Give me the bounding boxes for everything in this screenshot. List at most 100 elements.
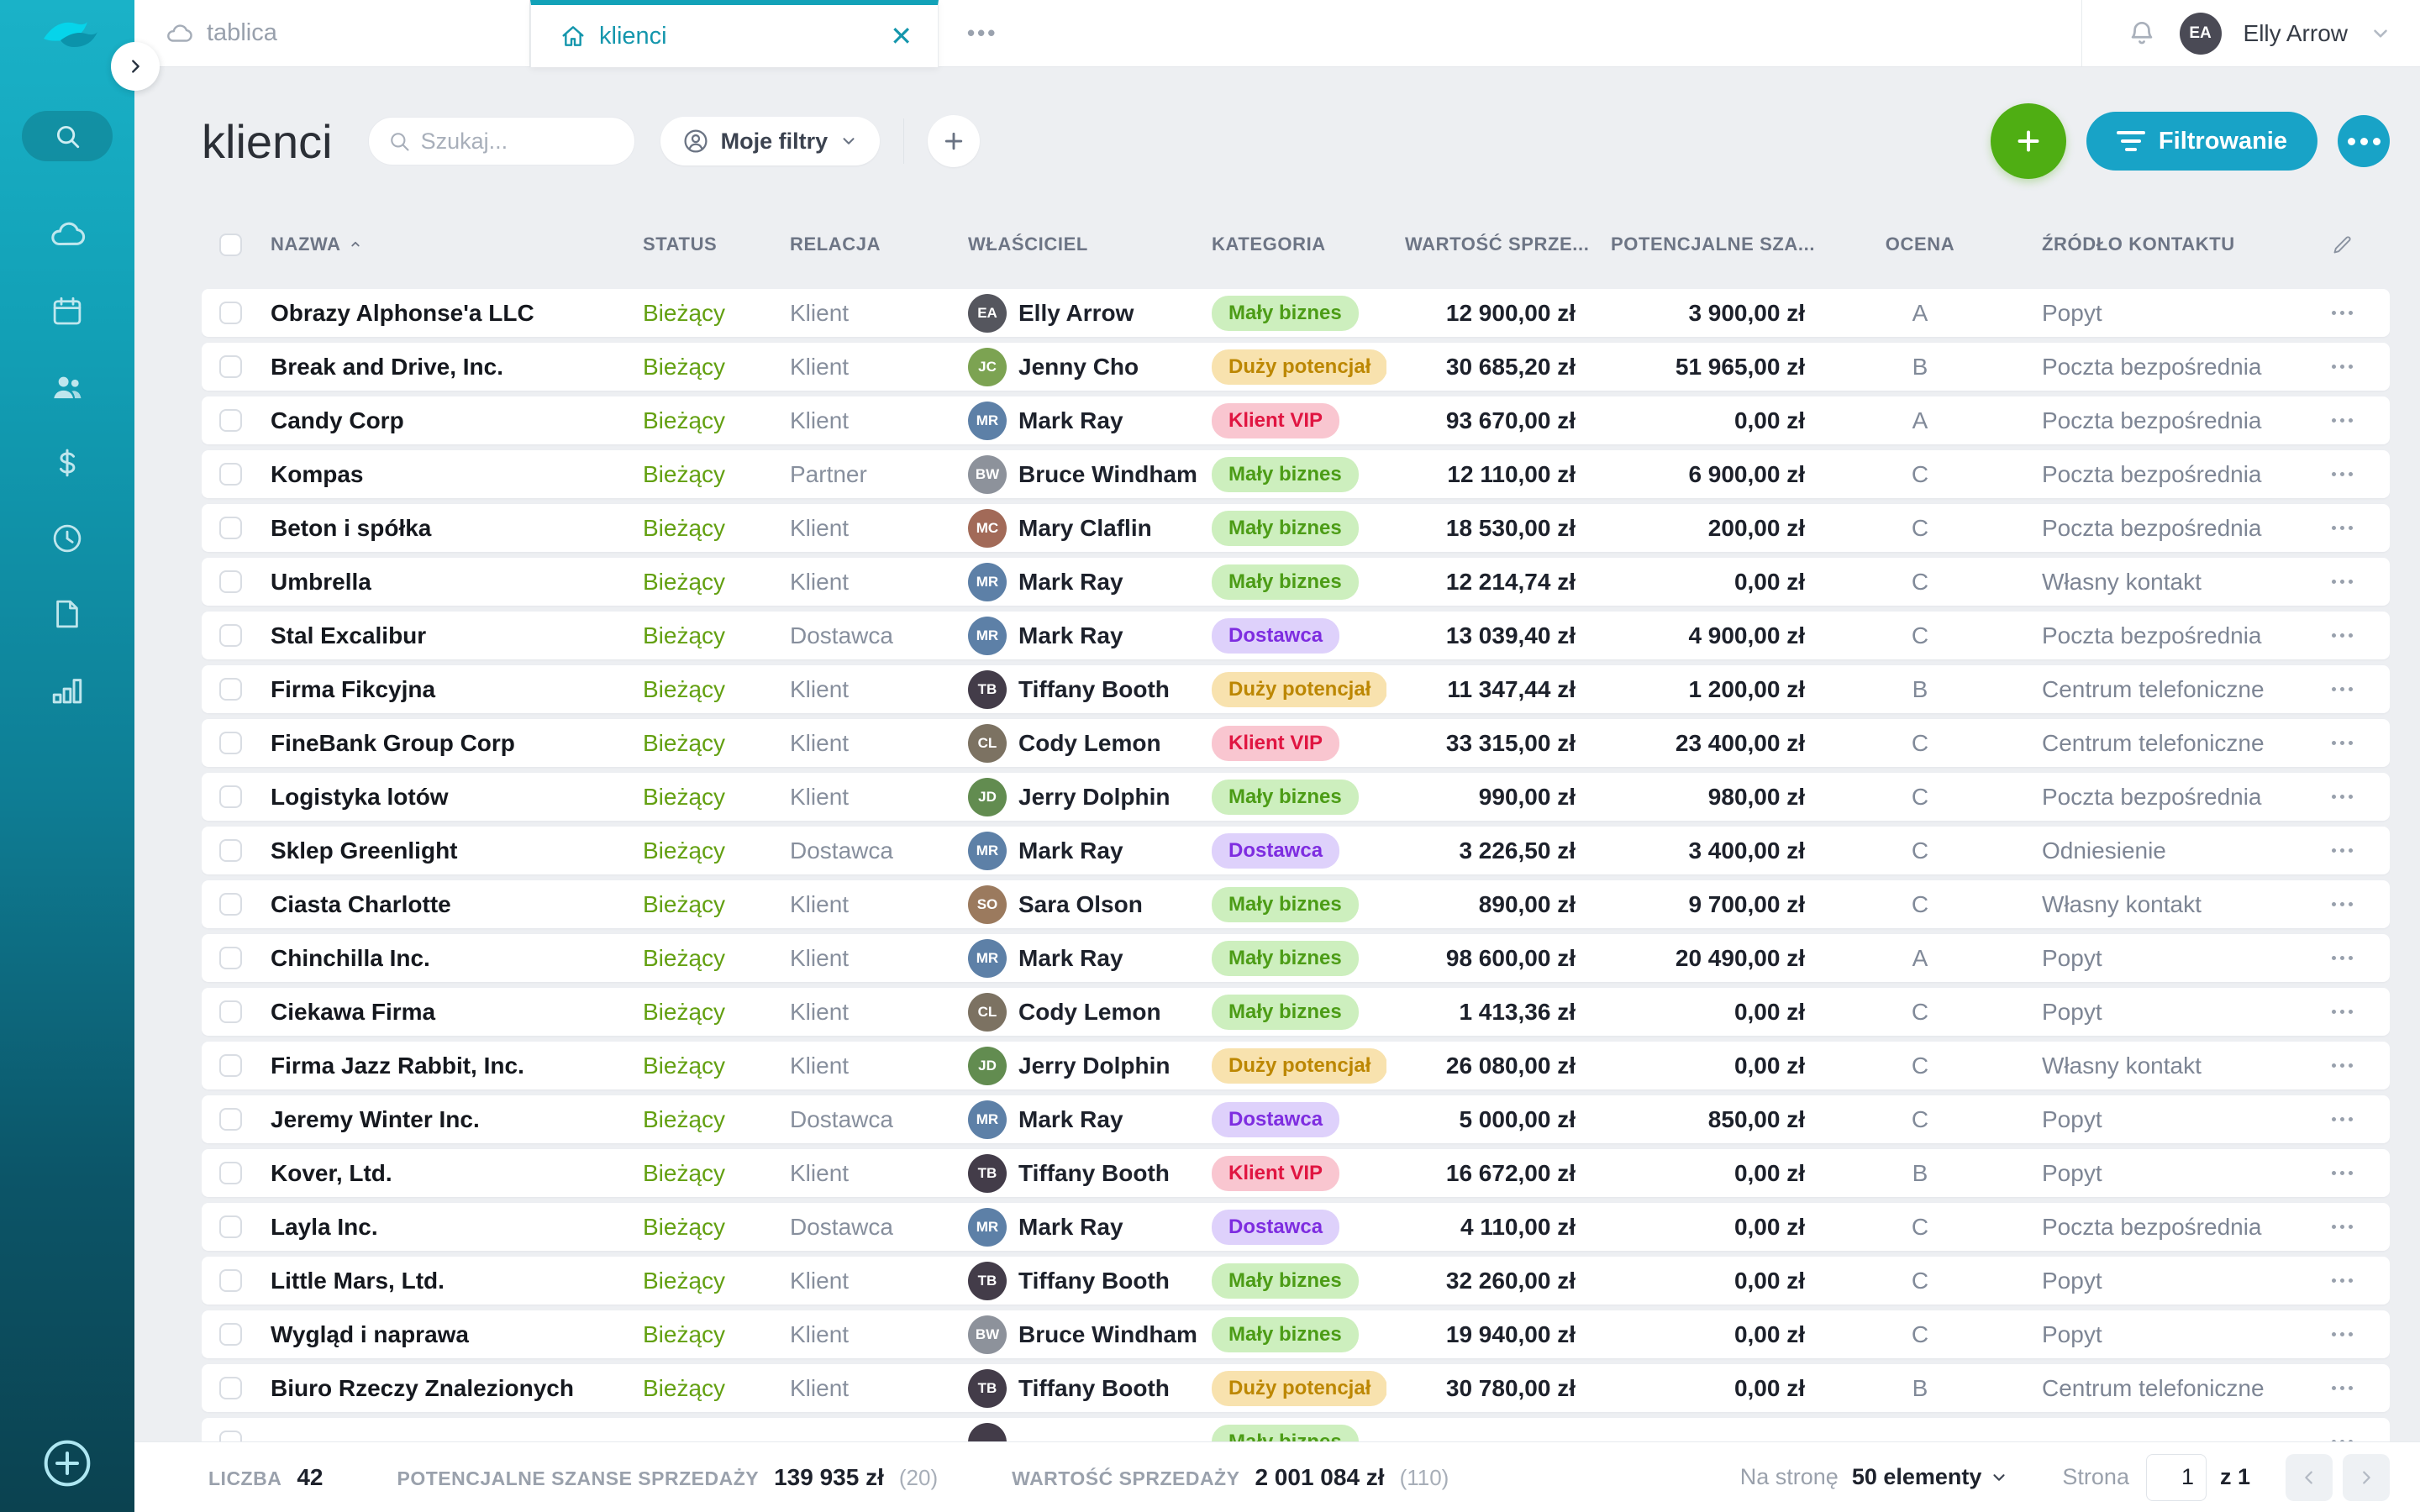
table-row[interactable]: Firma Jazz Rabbit, Inc. Bieżący Klient J…	[202, 1042, 2390, 1089]
reports-chart-icon[interactable]	[50, 672, 85, 707]
table-row[interactable]: Ciasta Charlotte Bieżący Klient SO Sara …	[202, 880, 2390, 928]
notifications-bell-icon[interactable]	[2126, 18, 2158, 50]
row-menu-button[interactable]	[2327, 732, 2358, 753]
row-checkbox[interactable]	[219, 1323, 242, 1346]
row-checkbox[interactable]	[219, 517, 242, 539]
row-menu-button[interactable]	[2327, 1109, 2358, 1130]
table-row[interactable]: Wygląd i naprawa Bieżący Klient BW Bruce…	[202, 1310, 2390, 1358]
row-menu-button[interactable]	[2327, 1270, 2358, 1291]
client-name[interactable]: Umbrella	[252, 569, 626, 596]
contacts-icon[interactable]	[50, 370, 85, 405]
table-row[interactable]: Kompas Bieżący Partner BW Bruce Windham …	[202, 450, 2390, 498]
column-header-kategoria[interactable]: KATEGORIA	[1197, 234, 1386, 255]
row-checkbox[interactable]	[219, 463, 242, 486]
client-name[interactable]: Beton i spółka	[252, 515, 626, 542]
row-menu-button[interactable]	[2327, 410, 2358, 431]
chevron-down-icon[interactable]	[2370, 23, 2391, 45]
row-checkbox[interactable]	[219, 624, 242, 647]
row-menu-button[interactable]	[2327, 517, 2358, 538]
table-row[interactable]: Jeremy Winter Inc. Bieżący Dostawca MR M…	[202, 1095, 2390, 1143]
table-row[interactable]: FineBank Group Corp Bieżący Klient CL Co…	[202, 719, 2390, 767]
table-row[interactable]: Sklep Greenlight Bieżący Dostawca MR Mar…	[202, 827, 2390, 874]
client-name[interactable]: Sklep Greenlight	[252, 837, 626, 864]
dashboard-cloud-icon[interactable]	[48, 215, 87, 254]
table-row[interactable]: Candy Corp Bieżący Klient MR Mark Ray Kl…	[202, 396, 2390, 444]
client-name[interactable]: Firma Fikcyjna	[252, 676, 626, 703]
sidebar-add-button[interactable]	[40, 1436, 94, 1490]
my-filters-dropdown[interactable]: Moje filtry	[660, 117, 881, 165]
client-name[interactable]: Chinchilla Inc.	[252, 945, 626, 972]
column-header-wartosc[interactable]: WARTOŚĆ SPRZE...	[1386, 234, 1584, 255]
row-checkbox[interactable]	[219, 1431, 242, 1441]
client-name[interactable]: Firma Jazz Rabbit, Inc.	[252, 1053, 626, 1079]
table-row[interactable]: Kover, Ltd. Bieżący Klient TB Tiffany Bo…	[202, 1149, 2390, 1197]
history-clock-icon[interactable]	[50, 521, 85, 556]
table-row[interactable]: Chinchilla Inc. Bieżący Klient MR Mark R…	[202, 934, 2390, 982]
row-checkbox[interactable]	[219, 1162, 242, 1184]
client-name[interactable]: FineBank Group Corp	[252, 730, 626, 757]
row-checkbox[interactable]	[219, 1054, 242, 1077]
column-header-status[interactable]: STATUS	[626, 234, 773, 255]
client-name[interactable]: Little Mars, Ltd.	[252, 1268, 626, 1294]
sales-dollar-icon[interactable]	[50, 445, 85, 480]
row-checkbox[interactable]	[219, 409, 242, 432]
row-checkbox[interactable]	[219, 785, 242, 808]
row-checkbox[interactable]	[219, 947, 242, 969]
table-row[interactable]: Beton i spółka Bieżący Klient MC Mary Cl…	[202, 504, 2390, 552]
tab-klienci[interactable]: klienci ✕	[530, 0, 939, 67]
add-filter-view-button[interactable]	[928, 115, 980, 167]
more-actions-button[interactable]	[2338, 115, 2390, 167]
row-menu-button[interactable]	[2327, 786, 2358, 807]
user-name[interactable]: Elly Arrow	[2244, 20, 2348, 47]
table-row[interactable]: Firma Fikcyjna Bieżący Klient TB Tiffany…	[202, 665, 2390, 713]
edit-columns-button[interactable]	[2294, 234, 2390, 256]
row-checkbox[interactable]	[219, 1377, 242, 1399]
column-header-potencjalne[interactable]: POTENCJALNE SZA...	[1584, 234, 1815, 255]
row-checkbox[interactable]	[219, 570, 242, 593]
client-name[interactable]: Kompas	[252, 461, 626, 488]
row-menu-button[interactable]	[2327, 302, 2358, 323]
row-checkbox[interactable]	[219, 1108, 242, 1131]
row-menu-button[interactable]	[2327, 1001, 2358, 1022]
row-checkbox[interactable]	[219, 893, 242, 916]
client-name[interactable]: Logistyka lotów	[252, 784, 626, 811]
row-menu-button[interactable]	[2327, 1324, 2358, 1345]
page-number-input[interactable]	[2146, 1454, 2207, 1501]
row-menu-button[interactable]	[2327, 894, 2358, 915]
app-logo[interactable]	[32, 13, 103, 57]
client-name[interactable]: Kover, Ltd.	[252, 1160, 626, 1187]
table-row[interactable]: Obrazy Alphonse'a LLC Bieżący Klient EA …	[202, 289, 2390, 337]
table-row[interactable]: Layla Inc. Bieżący Dostawca MR Mark Ray …	[202, 1203, 2390, 1251]
client-name[interactable]: Ciasta Charlotte	[252, 891, 626, 918]
client-name[interactable]: Stal Excalibur	[252, 622, 626, 649]
row-checkbox[interactable]	[219, 732, 242, 754]
client-name[interactable]: Layla Inc.	[252, 1214, 626, 1241]
table-row[interactable]: Ciekawa Firma Bieżący Klient CL Cody Lem…	[202, 988, 2390, 1036]
client-name[interactable]: Obrazy Alphonse'a LLC	[252, 300, 626, 327]
tab-overflow-button[interactable]: •••	[939, 0, 1026, 66]
add-client-button[interactable]	[1991, 103, 2066, 179]
column-header-wlasciciel[interactable]: WŁAŚCICIEL	[950, 234, 1197, 255]
user-avatar[interactable]: EA	[2180, 13, 2222, 55]
column-header-nazwa[interactable]: NAZWA	[252, 234, 626, 255]
column-header-relacja[interactable]: RELACJA	[773, 234, 950, 255]
row-menu-button[interactable]	[2327, 464, 2358, 485]
sidebar-expand-button[interactable]	[111, 42, 160, 91]
calendar-icon[interactable]	[50, 294, 85, 329]
row-checkbox[interactable]	[219, 355, 242, 378]
table-row[interactable]: Little Mars, Ltd. Bieżący Klient TB Tiff…	[202, 1257, 2390, 1305]
previous-page-button[interactable]	[2286, 1454, 2333, 1501]
filter-button[interactable]: Filtrowanie	[2086, 112, 2317, 171]
column-header-zrodlo[interactable]: ŹRÓDŁO KONTAKTU	[2025, 234, 2294, 255]
row-menu-button[interactable]	[2327, 1163, 2358, 1184]
row-checkbox[interactable]	[219, 1269, 242, 1292]
row-menu-button[interactable]	[2327, 1216, 2358, 1237]
client-name[interactable]: Break and Drive, Inc.	[252, 354, 626, 381]
row-checkbox[interactable]	[219, 678, 242, 701]
row-checkbox[interactable]	[219, 302, 242, 324]
table-row[interactable]: Biuro Rzeczy Znalezionych Bieżący Klient…	[202, 1364, 2390, 1412]
row-menu-button[interactable]	[2327, 1378, 2358, 1399]
next-page-button[interactable]	[2343, 1454, 2390, 1501]
column-header-ocena[interactable]: OCENA	[1815, 234, 2025, 255]
row-menu-button[interactable]	[2327, 679, 2358, 700]
